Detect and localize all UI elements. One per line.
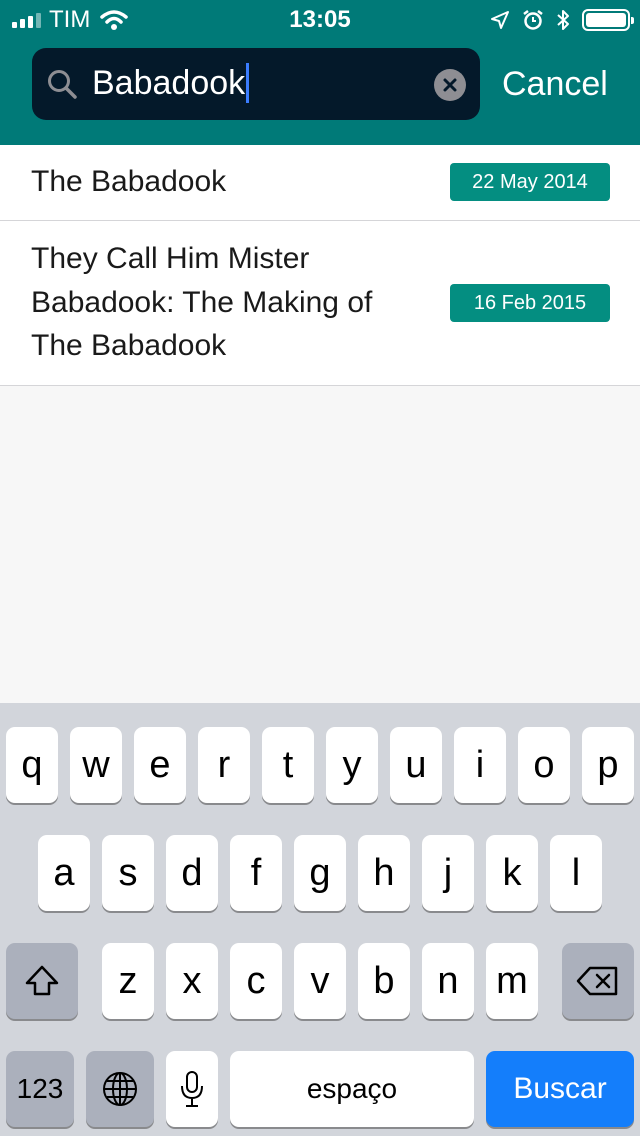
globe-icon[interactable] (86, 1051, 154, 1127)
key-v[interactable]: v (294, 943, 346, 1019)
key-n[interactable]: n (422, 943, 474, 1019)
keyboard: q w e r t y u i o p a s d f g h j k l z … (0, 703, 640, 1136)
key-a[interactable]: a (38, 835, 90, 911)
key-k[interactable]: k (486, 835, 538, 911)
list-item[interactable]: The Babadook 22 May 2014 (0, 145, 640, 221)
key-d[interactable]: d (166, 835, 218, 911)
search-icon (48, 70, 77, 99)
key-h[interactable]: h (358, 835, 410, 911)
key-i[interactable]: i (454, 727, 506, 803)
key-g[interactable]: g (294, 835, 346, 911)
search-query-text: Babadook (92, 64, 246, 102)
key-m[interactable]: m (486, 943, 538, 1019)
result-title: The Babadook (31, 165, 227, 198)
alarm-icon (523, 10, 543, 30)
search-results-list: The Babadook 22 May 2014 They Call Him M… (0, 145, 640, 386)
navigation-header: TIM 13:05 Babadook Cancel (0, 0, 640, 145)
key-p[interactable]: p (582, 727, 634, 803)
key-q[interactable]: q (6, 727, 58, 803)
battery-icon (582, 9, 634, 31)
key-e[interactable]: e (134, 727, 186, 803)
search-return-key[interactable]: Buscar (486, 1051, 634, 1127)
key-t[interactable]: t (262, 727, 314, 803)
search-field[interactable]: Babadook (32, 48, 480, 120)
key-j[interactable]: j (422, 835, 474, 911)
numbers-key[interactable]: 123 (6, 1051, 74, 1127)
key-s[interactable]: s (102, 835, 154, 911)
search-input[interactable]: Babadook (92, 63, 250, 103)
key-y[interactable]: y (326, 727, 378, 803)
key-z[interactable]: z (102, 943, 154, 1019)
result-title: They Call Him Mister Babadook: The Makin… (31, 242, 373, 362)
location-arrow-icon (491, 11, 509, 29)
key-l[interactable]: l (550, 835, 602, 911)
list-item[interactable]: They Call Him Mister Babadook: The Makin… (0, 221, 640, 386)
date-badge: 22 May 2014 (450, 163, 610, 201)
key-f[interactable]: f (230, 835, 282, 911)
key-o[interactable]: o (518, 727, 570, 803)
key-c[interactable]: c (230, 943, 282, 1019)
bluetooth-icon (557, 10, 569, 30)
key-r[interactable]: r (198, 727, 250, 803)
key-u[interactable]: u (390, 727, 442, 803)
clear-icon[interactable] (434, 69, 466, 101)
key-w[interactable]: w (70, 727, 122, 803)
text-cursor (246, 63, 250, 103)
space-key[interactable]: espaço (230, 1051, 474, 1127)
key-b[interactable]: b (358, 943, 410, 1019)
shift-icon[interactable] (6, 943, 78, 1019)
cancel-button[interactable]: Cancel (502, 62, 608, 106)
backspace-icon[interactable] (562, 943, 634, 1019)
date-badge: 16 Feb 2015 (450, 284, 610, 322)
key-x[interactable]: x (166, 943, 218, 1019)
microphone-icon[interactable] (166, 1051, 218, 1127)
status-bar: TIM 13:05 (0, 0, 640, 40)
